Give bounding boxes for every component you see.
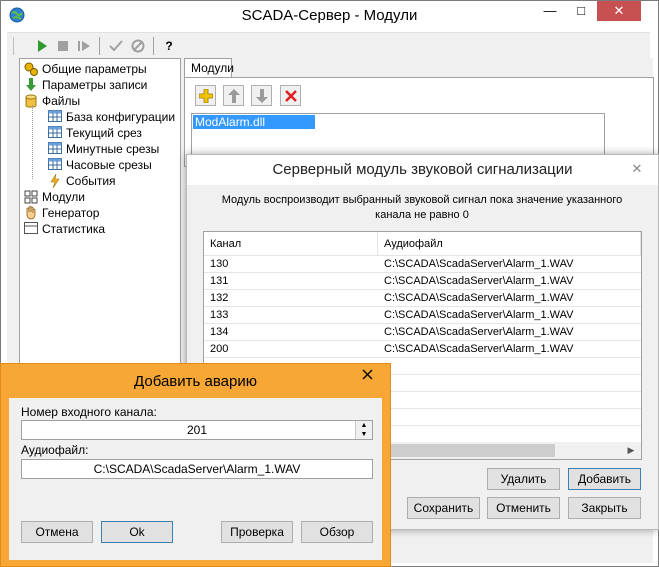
spin-buttons[interactable]: ▲ ▼ — [355, 421, 372, 439]
database-icon — [24, 94, 38, 108]
column-header-channel[interactable]: Канал — [204, 232, 378, 256]
cell-channel: 134 — [210, 326, 229, 338]
table-icon — [48, 142, 62, 156]
module-list-item[interactable]: ModAlarm.dll — [193, 115, 315, 129]
dialog-browse-button[interactable]: Обзор — [301, 521, 373, 543]
channel-number-label: Номер входного канала: — [21, 405, 157, 419]
tree-connector-lines — [32, 105, 34, 179]
tree-item-modules[interactable]: Модули — [24, 189, 85, 205]
add-module-button[interactable] — [195, 85, 216, 106]
channel-number-input[interactable]: 201 ▲ ▼ — [21, 420, 373, 440]
apply-check-icon[interactable] — [107, 37, 125, 55]
add-alarm-title-bar: Добавить аварию — [1, 364, 390, 398]
cell-audio: C:\SCADA\ScadaServer\Alarm_1.WAV — [384, 309, 574, 321]
move-down-button[interactable] — [251, 85, 272, 106]
tree-item-config-base[interactable]: База конфигурации — [48, 109, 175, 125]
toolbar-grip — [13, 37, 14, 55]
minimize-button[interactable]: — — [535, 1, 565, 21]
table-icon — [48, 158, 62, 172]
close-button[interactable]: ✕ — [597, 1, 641, 21]
table-row[interactable]: 200 C:\SCADA\ScadaServer\Alarm_1.WAV — [204, 341, 641, 358]
audio-file-input[interactable]: C:\SCADA\ScadaServer\Alarm_1.WAV — [21, 459, 373, 479]
module-list[interactable]: ModAlarm.dll — [191, 113, 605, 158]
save-button[interactable]: Сохранить — [407, 497, 480, 519]
gears-icon — [24, 62, 38, 76]
tree-item-write-params[interactable]: Параметры записи — [24, 77, 147, 93]
cell-channel: 131 — [210, 275, 229, 287]
table-icon — [48, 110, 62, 124]
column-header-audio[interactable]: Аудиофайл — [378, 232, 641, 256]
alarm-description: Модуль воспроизводит выбранный звуковой … — [221, 194, 623, 221]
delete-module-button[interactable] — [280, 85, 301, 106]
table-row[interactable]: 133 C:\SCADA\ScadaServer\Alarm_1.WAV — [204, 307, 641, 324]
tree-item-statistics[interactable]: Статистика — [24, 221, 105, 237]
maximize-button[interactable]: □ — [566, 1, 596, 21]
cell-audio: C:\SCADA\ScadaServer\Alarm_1.WAV — [384, 258, 574, 270]
add-alarm-dialog: Добавить аварию Номер входного канала: 2… — [0, 363, 391, 567]
arrow-down-icon — [255, 88, 268, 103]
close-icon — [362, 369, 373, 380]
cancel-circle-icon[interactable] — [129, 37, 147, 55]
tree-item-general[interactable]: Общие параметры — [24, 61, 147, 77]
tree-item-minute-slices[interactable]: Минутные срезы — [48, 141, 159, 157]
statistics-icon — [24, 222, 38, 236]
cell-audio: C:\SCADA\ScadaServer\Alarm_1.WAV — [384, 275, 574, 287]
add-alarm-close-button[interactable] — [351, 365, 384, 385]
delete-x-icon — [284, 89, 297, 102]
tree-item-current-slice[interactable]: Текущий срез — [48, 125, 142, 141]
toolbar: ? — [7, 32, 650, 59]
add-alarm-title: Добавить аварию — [134, 373, 257, 390]
download-arrow-icon — [24, 78, 38, 92]
cell-audio: C:\SCADA\ScadaServer\Alarm_1.WAV — [384, 343, 574, 355]
restart-icon[interactable] — [75, 37, 93, 55]
scroll-right-icon[interactable]: ▶ — [624, 444, 638, 457]
tree-item-hour-slices[interactable]: Часовые срезы — [48, 157, 152, 173]
main-title-bar: SCADA-Сервер - Модули — □ ✕ — [1, 1, 658, 31]
dialog-check-button[interactable]: Проверка — [221, 521, 293, 543]
cell-audio: C:\SCADA\ScadaServer\Alarm_1.WAV — [384, 326, 574, 338]
add-button[interactable]: Добавить — [568, 468, 641, 490]
table-row[interactable]: 134 C:\SCADA\ScadaServer\Alarm_1.WAV — [204, 324, 641, 341]
cell-channel: 133 — [210, 309, 229, 321]
table-icon — [48, 126, 62, 140]
dialog-cancel-button[interactable]: Отмена — [21, 521, 93, 543]
start-icon[interactable] — [33, 37, 51, 55]
audio-file-label: Аудиофайл: — [21, 443, 89, 457]
cell-audio: C:\SCADA\ScadaServer\Alarm_1.WAV — [384, 292, 574, 304]
hand-icon — [24, 206, 38, 220]
lightning-icon — [48, 173, 62, 189]
cell-channel: 130 — [210, 258, 229, 270]
table-row[interactable]: 132 C:\SCADA\ScadaServer\Alarm_1.WAV — [204, 290, 641, 307]
cancel-changes-button[interactable]: Отменить — [487, 497, 560, 519]
toolbar-separator — [99, 37, 100, 55]
dialog-ok-button[interactable]: Ok — [101, 521, 173, 543]
arrow-up-icon — [227, 88, 240, 103]
cell-channel: 200 — [210, 343, 229, 355]
delete-button[interactable]: Удалить — [487, 468, 560, 490]
help-icon[interactable]: ? — [160, 37, 178, 55]
toolbar-separator — [153, 37, 154, 55]
spin-up-icon[interactable]: ▲ — [356, 421, 372, 430]
spin-down-icon[interactable]: ▼ — [356, 430, 372, 439]
add-alarm-client: Номер входного канала: 201 ▲ ▼ Аудиофайл… — [9, 398, 382, 560]
alarm-close-button[interactable]: ✕ — [620, 159, 654, 179]
move-up-button[interactable] — [223, 85, 244, 106]
table-row[interactable]: 131 C:\SCADA\ScadaServer\Alarm_1.WAV — [204, 273, 641, 290]
alarm-title-bar: Серверный модуль звуковой сигнализации ✕ — [187, 155, 658, 185]
alarm-window-title: Серверный модуль звуковой сигнализации — [272, 161, 573, 178]
tree-item-generator[interactable]: Генератор — [24, 205, 99, 221]
tab-modules[interactable]: Модули — [184, 58, 234, 78]
stop-icon[interactable] — [54, 37, 72, 55]
cell-channel: 132 — [210, 292, 229, 304]
plus-icon — [198, 88, 213, 103]
modules-icon — [24, 190, 38, 204]
table-row[interactable]: 130 C:\SCADA\ScadaServer\Alarm_1.WAV — [204, 256, 641, 273]
tree-item-events[interactable]: События — [48, 173, 116, 189]
settings-tree[interactable]: Общие параметры Параметры записи Файлы Б… — [19, 58, 181, 378]
close-window-button[interactable]: Закрыть — [568, 497, 641, 519]
